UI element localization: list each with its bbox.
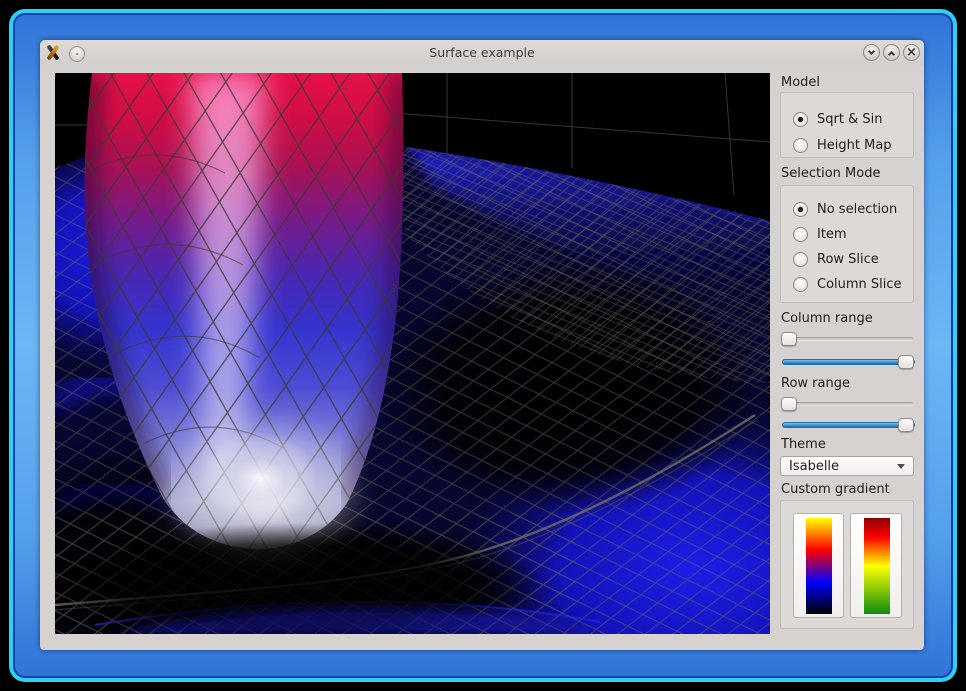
chevron-down-icon: [897, 464, 905, 469]
radio-icon: [793, 277, 808, 292]
radio-icon: [793, 138, 808, 153]
gradient-black-to-yellow-swatch: [806, 518, 832, 614]
radio-item[interactable]: Item: [781, 222, 913, 247]
control-panel: Model Sqrt & Sin Height Map Selection Mo…: [780, 73, 914, 634]
row-range-label: Row range: [781, 376, 850, 391]
slider-handle[interactable]: [898, 418, 914, 432]
desktop-background: Surface example ×: [0, 0, 966, 691]
slider-handle[interactable]: [781, 332, 797, 346]
slider-fill: [782, 359, 915, 365]
chevron-up-icon: [888, 51, 895, 58]
model-label: Model: [781, 75, 820, 90]
chevron-down-icon: [868, 48, 875, 55]
surface-plot: [55, 73, 770, 634]
gradient-black-to-yellow-button[interactable]: [793, 513, 844, 618]
titlebar[interactable]: Surface example ×: [40, 40, 924, 66]
radio-icon: [793, 202, 808, 217]
radio-icon: [793, 227, 808, 242]
radio-icon: [793, 252, 808, 267]
surface-3d-view[interactable]: [55, 73, 770, 634]
radio-sqrt-sin[interactable]: Sqrt & Sin: [781, 106, 913, 132]
slider-groove: [782, 337, 913, 341]
column-range-label: Column range: [781, 311, 873, 326]
gradient-green-to-red-swatch: [864, 518, 890, 614]
minimize-button[interactable]: [863, 44, 880, 61]
selection-mode-group: No selection Item Row Slice Column Slice: [780, 185, 914, 303]
radio-height-map[interactable]: Height Map: [781, 132, 913, 158]
selection-mode-label: Selection Mode: [781, 166, 880, 181]
close-button[interactable]: ×: [903, 44, 920, 61]
maximize-button[interactable]: [883, 44, 900, 61]
close-icon: ×: [904, 45, 919, 60]
theme-label: Theme: [781, 437, 826, 452]
custom-gradient-group: [780, 500, 914, 629]
row-range-max-slider[interactable]: [781, 417, 914, 433]
slider-groove: [782, 402, 913, 406]
slider-handle[interactable]: [781, 397, 797, 411]
column-range-max-slider[interactable]: [781, 354, 914, 370]
slider-fill: [782, 422, 915, 428]
column-range-min-slider[interactable]: [781, 331, 914, 347]
gradient-green-to-red-button[interactable]: [850, 513, 902, 618]
radio-icon: [793, 112, 808, 127]
custom-gradient-label: Custom gradient: [781, 482, 890, 497]
slider-handle[interactable]: [898, 355, 914, 369]
theme-combobox[interactable]: Isabelle: [780, 456, 914, 476]
radio-row-slice[interactable]: Row Slice: [781, 247, 913, 272]
radio-column-slice[interactable]: Column Slice: [781, 272, 913, 297]
window-title: Surface example: [40, 45, 924, 60]
radio-no-selection[interactable]: No selection: [781, 197, 913, 222]
model-group: Sqrt & Sin Height Map: [780, 92, 914, 158]
theme-selected-value: Isabelle: [789, 459, 897, 474]
surface-example-window: Surface example ×: [40, 40, 924, 650]
row-range-min-slider[interactable]: [781, 396, 914, 412]
